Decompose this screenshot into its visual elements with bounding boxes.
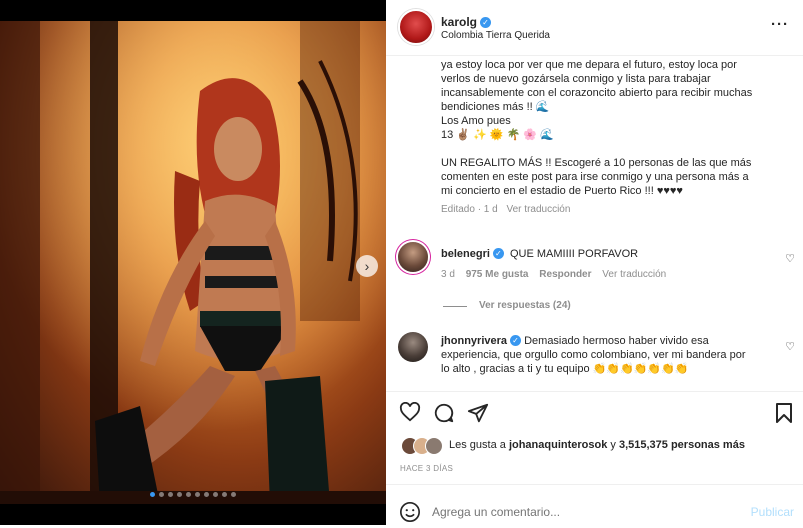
likes-count-link[interactable]: 3,515,375 personas más bbox=[619, 439, 745, 451]
author-avatar[interactable] bbox=[398, 9, 434, 45]
commenter-avatar[interactable] bbox=[398, 332, 428, 362]
verified-badge-icon: ✓ bbox=[492, 248, 504, 259]
caption-giveaway-text: UN REGALITO MÁS !! Escogeré a 10 persona… bbox=[441, 156, 796, 198]
comment-translate-link[interactable]: Ver traducción bbox=[602, 269, 666, 280]
verified-badge-icon: ✓ bbox=[480, 17, 492, 28]
carousel-dot bbox=[204, 492, 209, 497]
caption-line: incansablemente con el corazoncito abier… bbox=[441, 87, 753, 99]
post-header: karolg ✓ Colombia Tierra Querida ··· bbox=[386, 0, 803, 56]
carousel-dot bbox=[231, 492, 236, 497]
carousel-dot bbox=[186, 492, 191, 497]
comment-input[interactable] bbox=[432, 502, 702, 522]
post-caption: ya estoy loca por ver que me depara el f… bbox=[441, 58, 796, 215]
comment-text: QUE MAMIIII PORFAVOR bbox=[509, 248, 639, 260]
comment-text-line: lo alto , gracias a ti y tu equipo 👏👏👏👏👏… bbox=[441, 363, 689, 375]
carousel-dot bbox=[168, 492, 173, 497]
post-details-pane: karolg ✓ Colombia Tierra Querida ··· ya e… bbox=[386, 0, 803, 525]
replies-divider bbox=[443, 306, 467, 307]
comment-body: jhonnyrivera ✓ Demasiado hermoso haber vi… bbox=[441, 334, 766, 376]
chevron-right-icon: › bbox=[364, 258, 370, 274]
likes-summary: Les gusta a johanaquinterosok y 3,515,37… bbox=[386, 436, 803, 456]
carousel-dot bbox=[222, 492, 227, 497]
comment-item: belenegri ✓ QUE MAMIIII PORFAVOR 3 d 975 … bbox=[386, 240, 803, 320]
commenter-username[interactable]: jhonnyrivera bbox=[441, 335, 507, 347]
commenter-username[interactable]: belenegri bbox=[441, 248, 490, 260]
comment-icon[interactable] bbox=[433, 402, 455, 429]
heart-icon[interactable] bbox=[399, 401, 421, 427]
likes-middle: y bbox=[610, 439, 616, 451]
comment-item: jhonnyrivera ✓ Demasiado hermoso haber vi… bbox=[386, 330, 803, 390]
post-photo bbox=[0, 21, 386, 504]
caption-line: verlos de nuevo gozársela conmigo y list… bbox=[441, 73, 711, 85]
carousel-indicator bbox=[0, 492, 386, 497]
caption-translate-link[interactable]: Ver traducción bbox=[507, 204, 571, 215]
comment-like-heart-icon[interactable]: ♡ bbox=[785, 340, 795, 353]
emoji-icon[interactable] bbox=[399, 501, 421, 528]
comment-like-heart-icon[interactable]: ♡ bbox=[785, 252, 795, 265]
caption-line: mi concierto en el estadio de Puerto Ric… bbox=[441, 185, 683, 197]
carousel-dot bbox=[213, 492, 218, 497]
comment-likes[interactable]: 975 Me gusta bbox=[466, 269, 529, 280]
carousel-dot bbox=[195, 492, 200, 497]
carousel-dot bbox=[159, 492, 164, 497]
caption-line: UN REGALITO MÁS !! Escogeré a 10 persona… bbox=[441, 157, 752, 169]
send-icon[interactable] bbox=[467, 402, 489, 429]
carousel-dot bbox=[177, 492, 182, 497]
caption-line: Los Amo pues bbox=[441, 115, 511, 127]
caption-text: ya estoy loca por ver que me depara el f… bbox=[441, 58, 796, 142]
caption-line: comenten en este post para irse conmigo … bbox=[441, 171, 749, 183]
commenter-avatar[interactable] bbox=[398, 242, 428, 272]
caption-line: bendiciones más !! 🌊 bbox=[441, 101, 550, 113]
view-replies-button[interactable]: Ver respuestas (24) bbox=[479, 300, 571, 311]
author-username[interactable]: karolg bbox=[441, 15, 477, 29]
comment-time: 3 d bbox=[441, 269, 455, 280]
verified-badge-icon: ✓ bbox=[510, 335, 522, 346]
liker-avatar bbox=[425, 437, 443, 455]
post-date: HACE 3 DÍAS bbox=[400, 464, 454, 473]
caption-line: 13 ✌🏽 ✨ 🌞 🌴 🌸 🌊 bbox=[441, 129, 554, 141]
carousel-next-button[interactable]: › bbox=[356, 255, 378, 277]
action-bar bbox=[386, 398, 803, 428]
likes-prefix: Les gusta a bbox=[449, 439, 506, 451]
caption-line: ya estoy loca por ver que me depara el f… bbox=[441, 59, 737, 71]
carousel-dot bbox=[150, 492, 155, 497]
more-options-button[interactable]: ··· bbox=[771, 16, 789, 33]
publish-button[interactable]: Publicar bbox=[751, 505, 794, 519]
comment-text-line: Demasiado hermoso haber vivido esa bbox=[524, 335, 709, 347]
likes-user-link[interactable]: johanaquinterosok bbox=[509, 439, 607, 451]
reply-button[interactable]: Responder bbox=[539, 269, 591, 280]
comment-text-line: experiencia, que orgullo como colombiano… bbox=[441, 349, 746, 361]
post-media: › bbox=[0, 0, 386, 525]
concert-photo-illustration bbox=[0, 21, 386, 504]
comment-box: Publicar bbox=[386, 485, 803, 525]
post-location[interactable]: Colombia Tierra Querida bbox=[441, 30, 550, 41]
caption-meta: Editado · 1 d bbox=[441, 204, 498, 215]
bookmark-icon[interactable] bbox=[775, 402, 793, 429]
